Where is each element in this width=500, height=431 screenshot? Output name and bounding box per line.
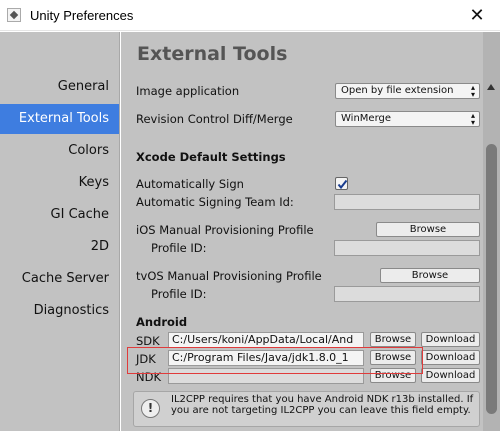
content-scrollbar[interactable] <box>483 32 500 431</box>
tvos-profile-id-field[interactable] <box>334 286 480 302</box>
jdk-download-button[interactable]: Download <box>421 350 480 365</box>
checkmark-icon <box>337 179 348 190</box>
dropdown-arrow-icon: ▴ ▾ <box>470 83 475 99</box>
page-title: External Tools <box>137 43 288 65</box>
window-title: Unity Preferences <box>30 8 134 23</box>
ios-profile-id-label: Profile ID: <box>151 241 207 255</box>
sidebar-item-colors[interactable]: Colors <box>68 136 109 166</box>
tvos-profile-browse-button[interactable]: Browse <box>380 268 480 283</box>
signing-team-id-field[interactable] <box>334 194 480 210</box>
sdk-download-button[interactable]: Download <box>421 332 480 347</box>
revision-control-label: Revision Control Diff/Merge <box>136 112 293 126</box>
tvos-profile-id-label: Profile ID: <box>151 287 207 301</box>
ndk-help-text: IL2CPP requires that you have Android ND… <box>171 394 474 416</box>
revision-control-value: WinMerge <box>341 113 391 124</box>
signing-team-id-label: Automatic Signing Team Id: <box>136 195 294 209</box>
image-application-value: Open by file extension <box>341 85 454 96</box>
ios-provisioning-label: iOS Manual Provisioning Profile <box>136 223 314 237</box>
scroll-up-arrow-icon[interactable] <box>487 84 495 90</box>
close-icon: ✕ <box>469 5 485 26</box>
sidebar-item-general[interactable]: General <box>58 72 109 102</box>
preferences-sidebar: General External Tools Colors Keys GI Ca… <box>0 32 120 431</box>
sdk-label: SDK <box>136 334 160 348</box>
image-application-dropdown[interactable]: Open by file extension ▴ ▾ <box>335 83 480 99</box>
automatically-sign-label: Automatically Sign <box>136 177 244 191</box>
tvos-provisioning-label: tvOS Manual Provisioning Profile <box>136 269 322 283</box>
ndk-download-button[interactable]: Download <box>421 368 480 383</box>
info-icon: ! <box>141 399 160 418</box>
sdk-path-field[interactable]: C:/Users/koni/AppData/Local/And <box>168 332 364 348</box>
sidebar-item-cache-server[interactable]: Cache Server <box>22 264 109 294</box>
sdk-browse-button[interactable]: Browse <box>370 332 416 347</box>
sidebar-item-2d[interactable]: 2D <box>91 232 109 262</box>
ios-profile-browse-button[interactable]: Browse <box>376 222 480 237</box>
title-bar: Unity Preferences ✕ <box>0 0 500 31</box>
revision-control-dropdown[interactable]: WinMerge ▴ ▾ <box>335 111 480 127</box>
android-section-heading: Android <box>136 315 188 329</box>
ios-profile-id-field[interactable] <box>334 240 480 256</box>
sidebar-item-keys[interactable]: Keys <box>79 168 109 198</box>
external-tools-panel: External Tools Image application Open by… <box>121 32 483 431</box>
scrollbar-thumb[interactable] <box>486 144 497 414</box>
sidebar-item-diagnostics[interactable]: Diagnostics <box>34 296 109 326</box>
close-button[interactable]: ✕ <box>454 0 500 31</box>
image-application-label: Image application <box>136 84 240 98</box>
jdk-highlight-annotation <box>127 347 423 374</box>
ndk-help-box: ! IL2CPP requires that you have Android … <box>133 391 480 427</box>
xcode-section-heading: Xcode Default Settings <box>136 150 286 164</box>
automatically-sign-checkbox[interactable] <box>335 177 348 190</box>
unity-app-icon <box>7 8 21 22</box>
sidebar-item-external-tools[interactable]: External Tools <box>0 104 119 134</box>
dropdown-arrow-icon: ▴ ▾ <box>470 111 475 127</box>
sidebar-item-gi-cache[interactable]: GI Cache <box>51 200 109 230</box>
